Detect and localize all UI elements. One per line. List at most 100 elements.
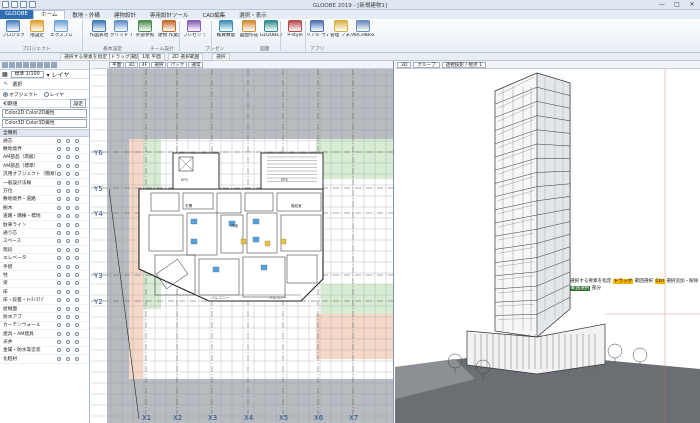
folder-button[interactable]: 管理 フォルダ [330,20,352,38]
layer-visibility-toggles[interactable] [57,264,79,269]
radio-layer[interactable]: レイヤ [43,91,64,98]
layer-visibility-toggles[interactable] [57,281,79,286]
layer-visibility-toggles[interactable] [57,172,79,177]
view3d-tab-perspective[interactable]: 透視投影 / 視点 1 [441,61,486,68]
layer-visibility-toggles[interactable] [57,348,79,353]
radio-object[interactable]: オブジェクト [3,91,38,98]
line-icon[interactable] [9,62,15,68]
layer-visibility-toggles[interactable] [57,247,79,252]
hatch-icon[interactable] [51,62,57,68]
layer-row[interactable]: 汎用オブジェクト（簡易） [0,171,89,179]
dim-icon[interactable] [44,62,50,68]
view3d-tab-3d[interactable]: 3D [397,61,412,68]
layer-visibility-toggles[interactable] [57,331,79,336]
layer-row[interactable]: 屋根面 [0,305,89,314]
building-3d-canvas[interactable] [395,69,700,423]
layer-visibility-toggles[interactable] [57,256,79,261]
walker-button[interactable]: リアル ウォーカー [306,20,328,38]
minimize-button[interactable]: — [656,1,668,9]
estimate-button[interactable]: 概算数量 [215,20,237,38]
grid-button[interactable]: グリッド ドラフター [110,20,132,38]
circle-icon[interactable] [23,62,29,68]
pstyle-button[interactable]: P-style [284,20,306,38]
plan-tab-normal[interactable]: 通常 [188,61,204,68]
layer-row[interactable]: 防水アプ [0,313,89,322]
project-button[interactable]: プロジェクト [2,20,24,38]
plan-view[interactable]: 平面 3D 4F 選択 パック 通常 X1 X2 X3 X4 X5 X6 X7 Y6 Y5 Y4 Y… [91,61,394,423]
layer-visibility-toggles[interactable] [57,314,79,319]
layer-row[interactable]: 敷地境界 [0,145,89,154]
undo-icon[interactable] [20,1,27,8]
plan-tab-select[interactable]: 選択 [151,61,167,68]
layer-row[interactable]: エレベータ [0,254,89,263]
layer-visibility-toggles[interactable] [57,239,79,244]
external-ref-button[interactable]: 外部参照 [134,20,156,38]
layer-row[interactable]: 梁 [0,280,89,289]
layer-visibility-toggles[interactable] [57,189,79,194]
layer-row[interactable]: AM部品（高級） [0,154,89,163]
app-icon[interactable] [2,1,9,8]
plan-tab-plan[interactable]: 平面 [109,61,125,68]
command-tab-plan[interactable]: 1階 平面 [138,53,165,61]
layer-row[interactable]: 駐車ライン [0,221,89,230]
file-menu-button[interactable]: GLOOBE [0,10,34,19]
3d-view[interactable]: 3D グループ 透視投影 / 視点 1 選択する要素を指定 ドラッグ 範囲選択 … [395,61,700,423]
tab-tools[interactable]: 専用設計ツール [143,11,196,19]
layer-row[interactable]: AM部品（標準） [0,162,89,171]
tab-view[interactable]: 選択・表示 [232,11,274,19]
tab-site[interactable]: 敷地・外構 [65,11,107,19]
color3d-select[interactable]: Color3D Color3D属性 [2,119,87,128]
building-button[interactable]: 建物 作業設計 [158,20,180,38]
layer-visibility-toggles[interactable] [57,205,79,210]
archibox-button[interactable]: ARCHIBox 連携 [352,20,374,38]
layer-row[interactable]: 床 [0,288,89,297]
pointer-icon[interactable] [2,62,8,68]
layer-row[interactable]: 柱 [0,271,89,280]
drawing-button[interactable]: 図面作成 [238,20,260,38]
layer-row[interactable]: 建具・AM建具 [0,330,89,339]
layer-row[interactable]: 階段 [0,246,89,255]
floor-plan-canvas[interactable]: X1 X2 X3 X4 X5 X6 X7 Y6 Y5 Y4 Y3 Y2 EPS EPS 洋室バルコニー バルコ… [91,69,394,423]
tab-cad[interactable]: CAD編集 [195,11,232,19]
layer-toggle[interactable]: ▾ レイヤ [47,70,70,79]
plan-tab-3d[interactable]: 3D [125,61,138,68]
layer-row[interactable]: 天井 [0,338,89,347]
layer-row[interactable]: 通芯 [0,137,89,146]
command-tab-range[interactable]: 2D 選択範囲 [168,53,204,61]
scale-select[interactable]: 標準 1/100 [10,70,44,78]
layer-row[interactable]: 敷地境界・道路 [0,196,89,205]
layer-row[interactable]: 手摺 [0,263,89,272]
initial-settings-button[interactable]: 設定 [70,99,86,108]
layer-visibility-toggles[interactable] [57,197,79,202]
layer-visibility-toggles[interactable] [57,272,79,277]
tab-building[interactable]: 建物設計 [107,11,143,19]
presentation-button[interactable]: プレゼン データ作成 [183,20,205,38]
view-button[interactable]: GLOOBE ビュー [260,20,282,38]
layer-row[interactable]: 方位 [0,187,89,196]
tab-home[interactable]: ホーム [33,10,66,19]
layer-visibility-toggles[interactable] [57,163,79,168]
layer-visibility-toggles[interactable] [57,138,79,143]
layer-visibility-toggles[interactable] [57,289,79,294]
plan-tab-floor[interactable]: 4F [138,61,151,68]
layer-row[interactable]: 通り芯 [0,229,89,238]
layer-row[interactable]: 床・段差・ｷｯﾁﾝｽﾗﾌﾞ [0,296,89,305]
save-icon[interactable] [11,1,18,8]
rect-icon[interactable] [16,62,22,68]
layer-visibility-toggles[interactable] [57,180,79,185]
layer-visibility-toggles[interactable] [57,340,79,345]
color2d-select[interactable]: Color2D Color2D属性 [2,109,87,118]
layer-row[interactable]: スペース [0,238,89,247]
close-button[interactable]: ✕ [686,1,698,9]
layer-visibility-toggles[interactable] [57,230,79,235]
redo-icon[interactable] [29,1,36,8]
layer-visibility-toggles[interactable] [57,306,79,311]
floor-settings-button[interactable]: 階設定 [26,20,48,38]
maximize-button[interactable]: □ [671,1,683,9]
layer-row[interactable]: 道路・隣棟・標地 [0,213,89,221]
drawing-style-button[interactable]: 作図表現 [88,20,110,38]
layer-visibility-toggles[interactable] [57,298,79,303]
layer-visibility-toggles[interactable] [57,214,79,219]
layer-row[interactable]: 化粧材 [0,355,89,364]
layer-visibility-toggles[interactable] [57,155,79,160]
